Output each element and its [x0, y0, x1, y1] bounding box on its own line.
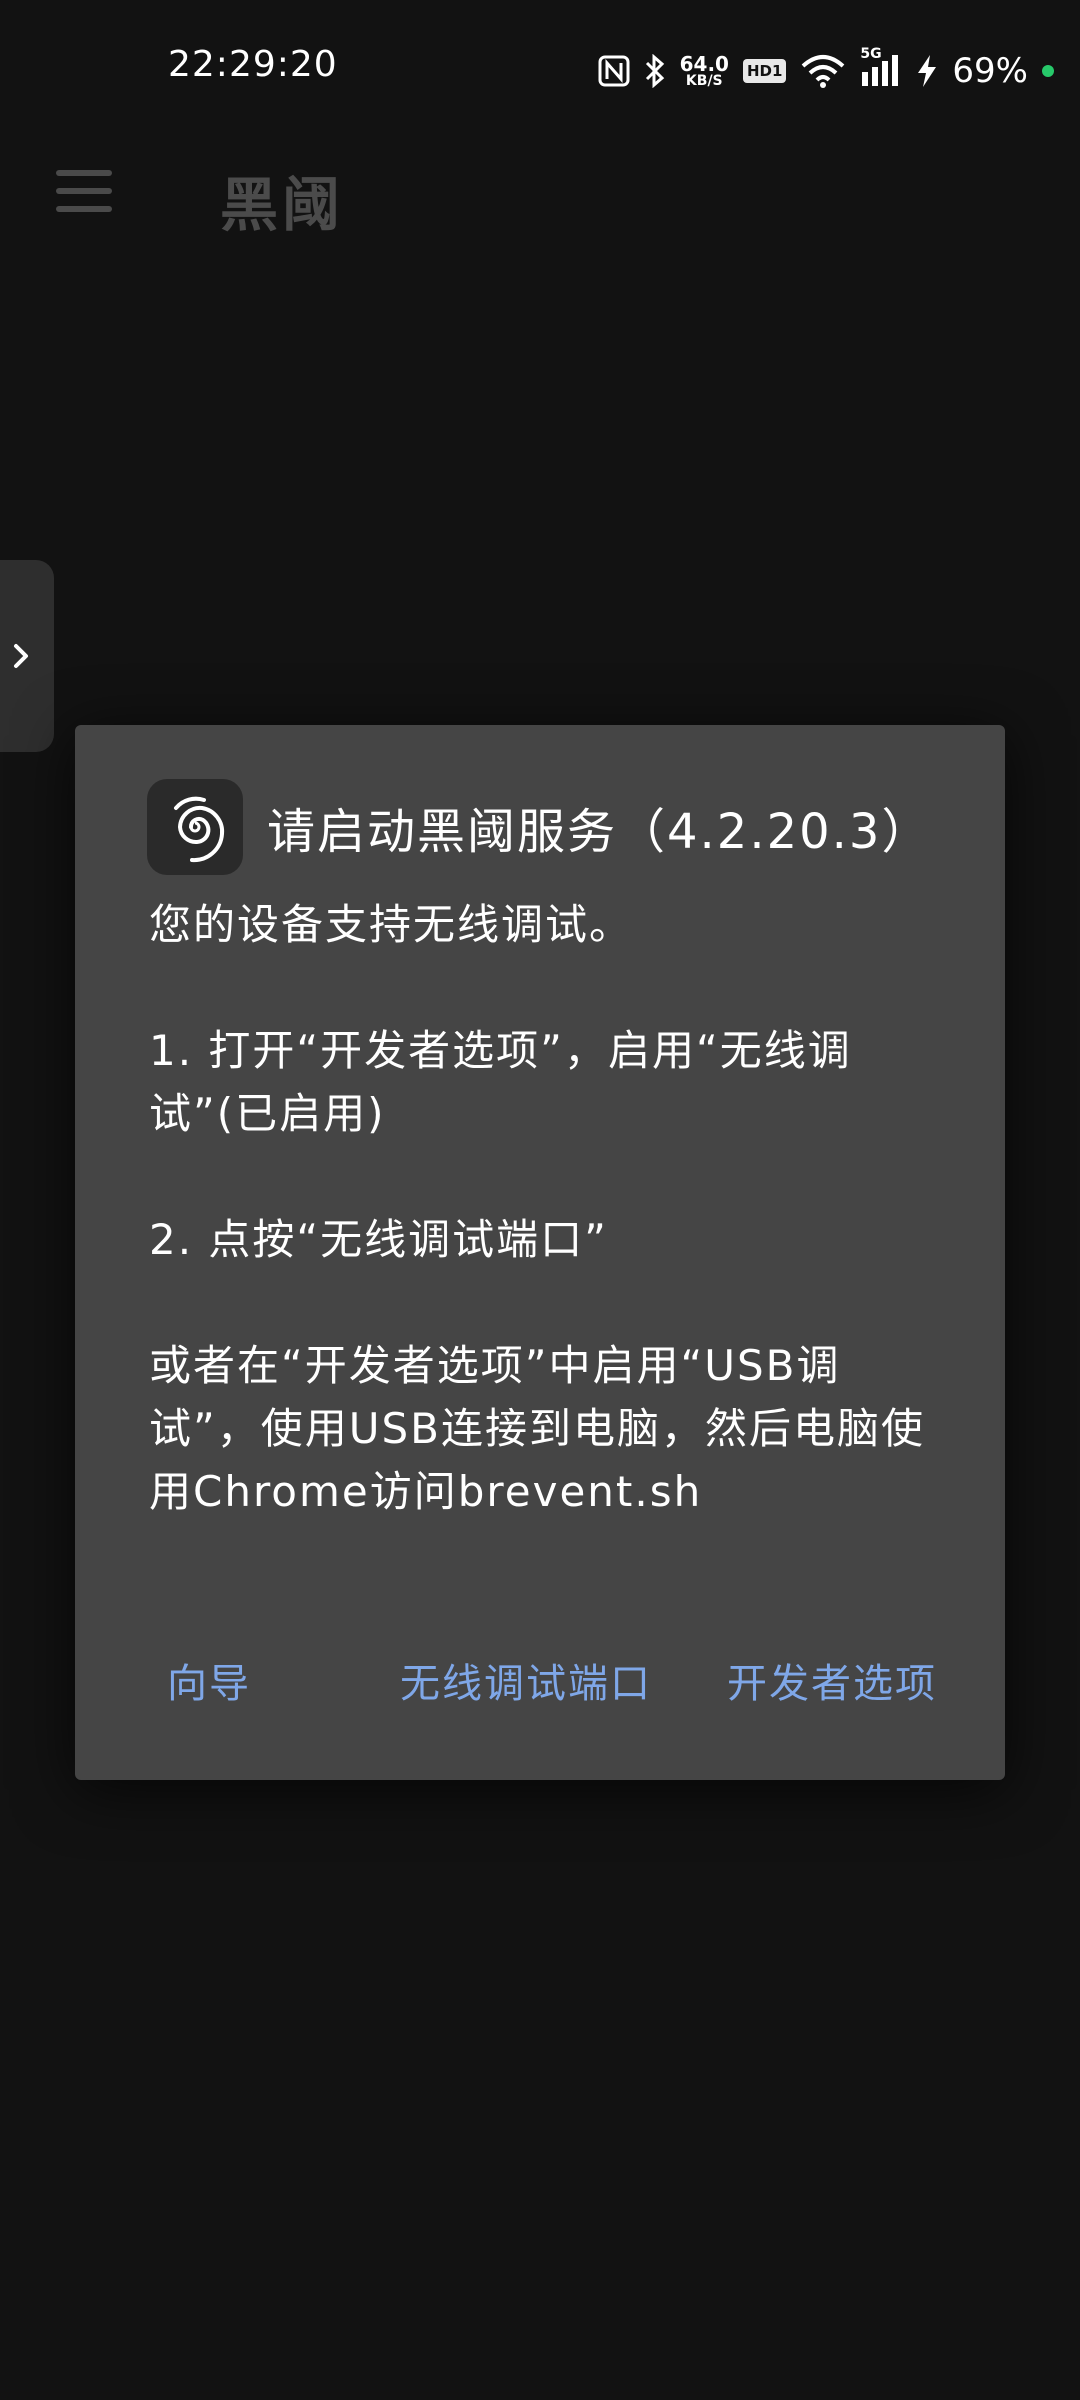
dialog-paragraph-support: 您的设备支持无线调试。 [149, 900, 634, 949]
network-speed-value: 64.0 [679, 52, 729, 76]
cellular-type-label: 5G [860, 46, 882, 62]
wireless-debugging-port-button[interactable]: 无线调试端口 [400, 1651, 652, 1709]
cellular-signal: 5G [860, 46, 902, 88]
screen: 22:29:20 64.0 KB/S HD1 5G 69% 黑阈 请启动黑阈服务… [0, 0, 1080, 2400]
start-service-dialog: 请启动黑阈服务（4.2.20.3） 您的设备支持无线调试。 1. 打开“开发者选… [75, 725, 1005, 1780]
dialog-paragraph-step1: 1. 打开“开发者选项”，启用“无线调试”(已启用) [149, 1026, 852, 1138]
status-icons: 64.0 KB/S HD1 5G 69% [598, 46, 1054, 96]
hd-voice-badge: HD1 [742, 59, 787, 83]
network-speed-unit: KB/S [685, 73, 723, 89]
battery-percent: 69% [952, 51, 1028, 91]
wifi-icon [802, 55, 845, 88]
chevron-right-icon [14, 644, 28, 668]
dialog-title: 请启动黑阈服务（4.2.20.3） [267, 804, 932, 860]
app-title: 黑阈 [220, 171, 345, 239]
bluetooth-icon [645, 54, 664, 88]
side-drawer-handle[interactable] [0, 560, 54, 752]
dialog-message: 您的设备支持无线调试。 1. 打开“开发者选项”，启用“无线调试”(已启用) 2… [149, 893, 949, 1586]
dialog-paragraph-step2: 2. 点按“无线调试端口” [149, 1215, 608, 1264]
battery-indicator-dot [1042, 65, 1054, 77]
brevent-swirl-logo-icon [147, 779, 243, 875]
guide-button[interactable]: 向导 [167, 1651, 251, 1709]
dialog-paragraph-usb: 或者在“开发者选项”中启用“USB调试”，使用USB连接到电脑，然后电脑使用Ch… [149, 1341, 925, 1516]
dialog-actions: 向导 无线调试端口 开发者选项 [75, 1651, 1005, 1731]
charging-icon [918, 55, 937, 87]
hamburger-menu-icon[interactable] [56, 170, 112, 212]
nfc-icon [598, 55, 630, 87]
dialog-header: 请启动黑阈服务（4.2.20.3） [147, 779, 931, 875]
developer-options-button[interactable]: 开发者选项 [727, 1651, 937, 1709]
network-speed: 64.0 KB/S [680, 54, 729, 88]
status-bar: 22:29:20 64.0 KB/S HD1 5G 69% [0, 0, 1080, 140]
status-time: 22:29:20 [168, 44, 338, 85]
